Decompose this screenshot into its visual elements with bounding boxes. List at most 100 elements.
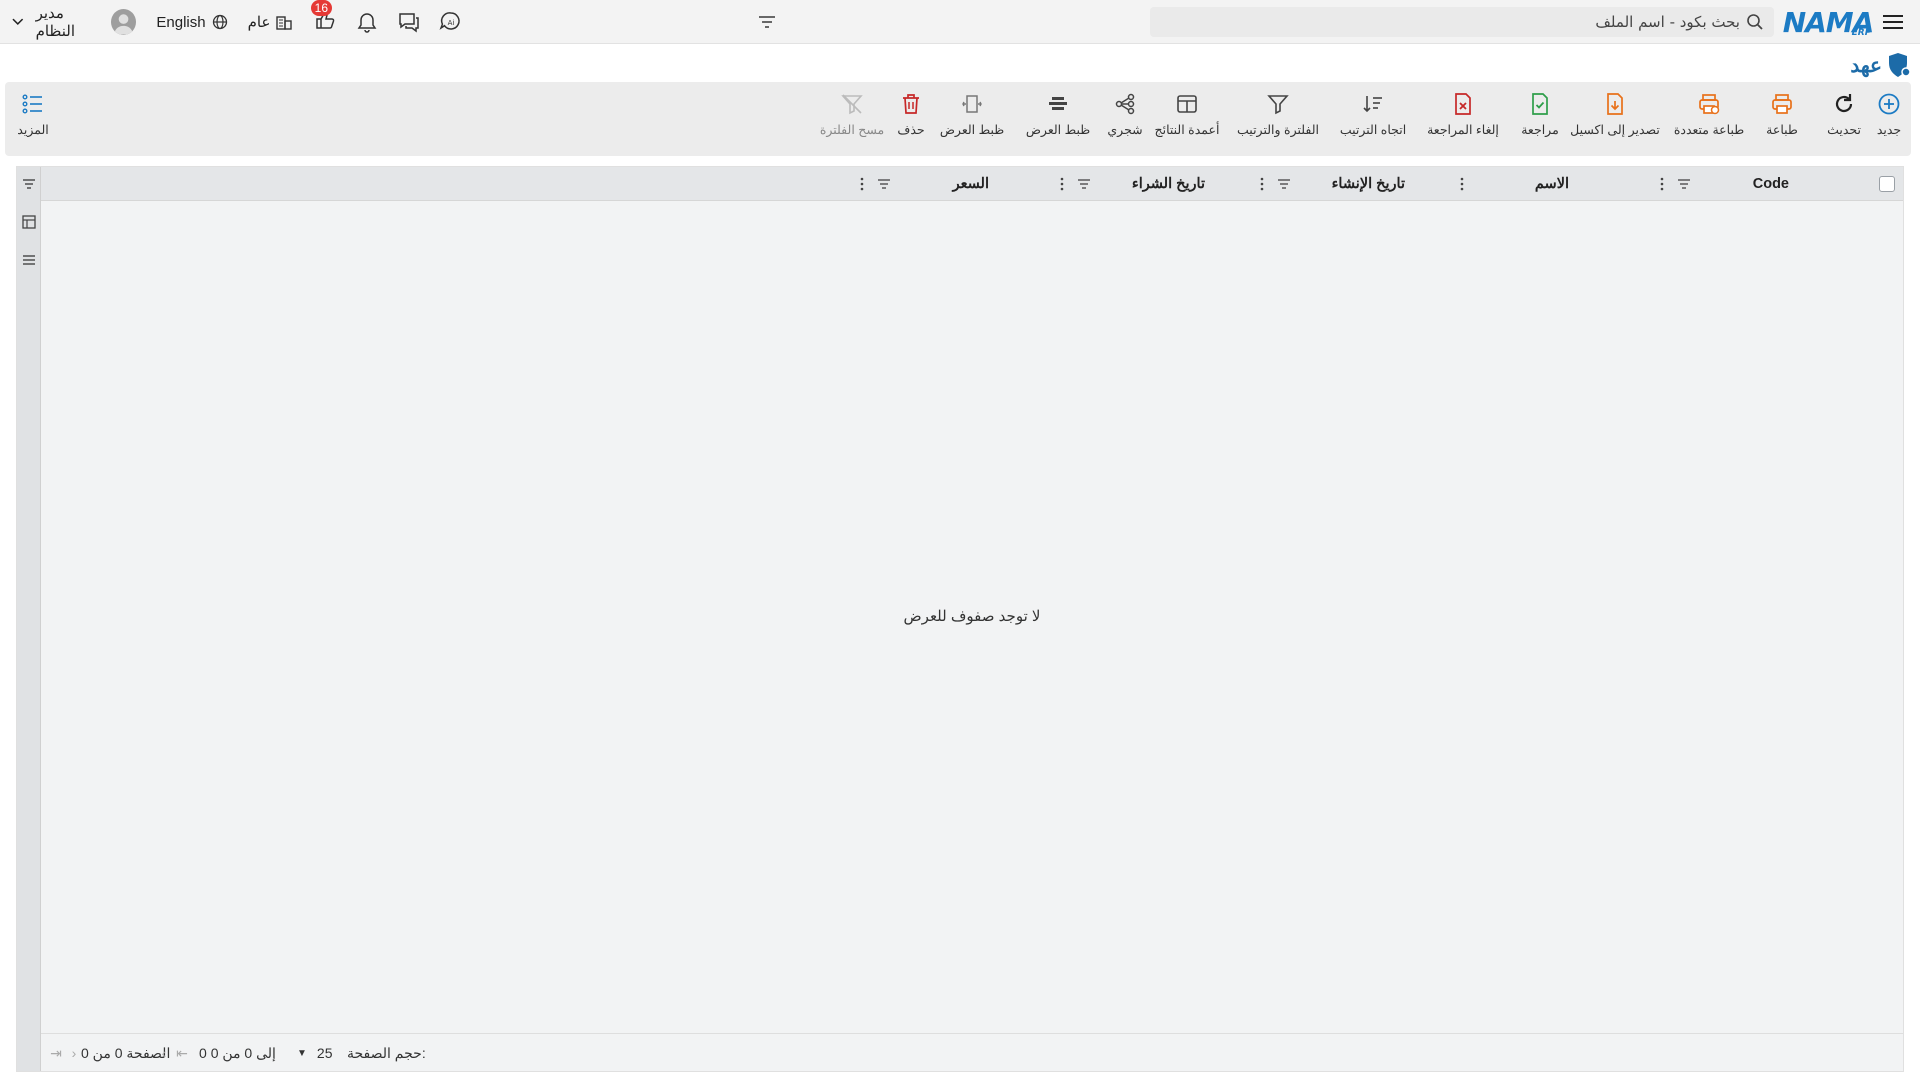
approvals-icon[interactable]: 16: [309, 0, 341, 44]
action-toolbar: جديد تحديث طباعة طباعة متعددة تصدير إلى …: [5, 82, 1911, 156]
tree-button[interactable]: شجري: [1105, 92, 1145, 148]
plus-circle-icon: [1878, 93, 1900, 115]
columns-icon: [1177, 95, 1197, 113]
more-vertical-icon[interactable]: [853, 175, 871, 193]
funnel-icon: [1267, 95, 1289, 115]
cancel-review-label: إلغاء المراجعة: [1427, 123, 1499, 137]
filter-panel-icon[interactable]: [20, 175, 38, 193]
sort-icon: [1363, 96, 1382, 113]
filter-icon[interactable]: [1075, 175, 1093, 193]
column-filter-created-date[interactable]: [1275, 167, 1293, 201]
result-columns-button[interactable]: أعمدة النتائج: [1149, 92, 1225, 148]
printer-icon: [1772, 94, 1792, 114]
more-vertical-icon[interactable]: [1253, 175, 1271, 193]
refresh-button[interactable]: تحديث: [1819, 92, 1869, 148]
column-filter-price[interactable]: [875, 167, 893, 201]
result-columns-label: أعمدة النتائج: [1154, 123, 1220, 137]
page-size-select[interactable]: ▼ 25: [297, 1034, 332, 1072]
auto-fit-icon: [962, 95, 982, 113]
fit-width-button-1[interactable]: ظبط العرض: [1025, 92, 1091, 148]
export-excel-label: تصدير إلى اكسيل: [1570, 123, 1660, 137]
column-header-created-date[interactable]: تاريخ الإنشاء: [1332, 167, 1405, 201]
building-icon: [276, 16, 293, 30]
search-icon[interactable]: [1746, 13, 1764, 31]
more-vertical-icon[interactable]: [1453, 175, 1471, 193]
column-title-name: الاسم: [1534, 176, 1569, 192]
column-menu-name[interactable]: [1453, 167, 1471, 201]
column-header-price[interactable]: السعر: [953, 167, 989, 201]
search-filter-icon[interactable]: [752, 0, 782, 44]
multi-print-button[interactable]: طباعة متعددة: [1671, 92, 1747, 148]
search-input[interactable]: [1160, 13, 1740, 31]
column-menu-purchase-date[interactable]: [1053, 167, 1071, 201]
clear-filter-label: مسح الفلترة: [819, 123, 885, 137]
sort-direction-button[interactable]: اتجاه الترتيب: [1335, 92, 1411, 148]
column-header-name[interactable]: الاسم: [1535, 167, 1569, 201]
avatar: [110, 9, 136, 35]
filter-icon[interactable]: [1275, 175, 1293, 193]
chevron-down-icon[interactable]: [12, 18, 24, 26]
cancel-review-button[interactable]: إلغاء المراجعة: [1425, 92, 1501, 148]
refresh-label: تحديث: [1827, 123, 1861, 137]
first-page-icon[interactable]: ⇤: [175, 1034, 189, 1072]
column-menu-created-date[interactable]: [1253, 167, 1271, 201]
filter-icon[interactable]: [875, 175, 893, 193]
logo-subtext: ERP: [1851, 27, 1872, 38]
bell-icon[interactable]: [351, 0, 383, 44]
last-page-icon[interactable]: ⇥: [49, 1034, 63, 1072]
page-title: عهد: [1850, 54, 1882, 77]
print-button[interactable]: طباعة: [1757, 92, 1807, 148]
row-range: 0 إلى 0 من 0: [199, 1044, 276, 1061]
page-header: عهد: [1850, 50, 1912, 80]
user-menu[interactable]: مدير النظام: [12, 0, 136, 44]
filter-sort-button[interactable]: الفلترة والترتيب: [1235, 92, 1321, 148]
grid-footer: ⇥ › الصفحة 0 من 0 ‹ ⇤ 0 إلى 0 من 0 ▼ 25 …: [41, 1033, 1903, 1071]
scope-selector[interactable]: عام: [246, 0, 296, 44]
shield-icon: [1889, 53, 1911, 77]
filter-icon[interactable]: [1675, 175, 1693, 193]
column-filter-purchase-date[interactable]: [1075, 167, 1093, 201]
column-title-price: السعر: [952, 176, 989, 192]
more-button[interactable]: المزيد: [11, 92, 55, 148]
clear-filter-button[interactable]: مسح الفلترة: [819, 92, 885, 148]
column-title-code: Code: [1752, 176, 1789, 192]
new-label: جديد: [1876, 123, 1902, 137]
new-button[interactable]: جديد: [1871, 92, 1907, 148]
multi-print-label: طباعة متعددة: [1673, 123, 1745, 137]
delete-button[interactable]: حذف: [893, 92, 929, 148]
ai-assistant-icon[interactable]: Ai: [435, 0, 467, 44]
export-excel-button[interactable]: تصدير إلى اكسيل: [1569, 92, 1661, 148]
columns-panel-icon[interactable]: [20, 251, 38, 269]
language-label: English: [156, 13, 206, 31]
column-menu-price[interactable]: [853, 167, 871, 201]
global-search: [1150, 7, 1774, 37]
column-header-purchase-date[interactable]: تاريخ الشراء: [1132, 167, 1205, 201]
refresh-icon: [1835, 94, 1853, 113]
table-view-icon[interactable]: [20, 213, 38, 231]
tree-icon: [1115, 93, 1135, 115]
select-all-checkbox[interactable]: [1879, 176, 1895, 192]
review-button[interactable]: مراجعة: [1515, 92, 1565, 148]
language-switch[interactable]: English: [156, 0, 228, 44]
list-icon: [22, 94, 42, 114]
fit-width-icon: [1049, 97, 1067, 110]
more-vertical-icon[interactable]: [1053, 175, 1071, 193]
multi-printer-icon: [1699, 94, 1720, 115]
grid-header: Code الاسم تاريخ الإنشاء تاريخ الشراء ال…: [41, 167, 1903, 201]
fit-width-button-2[interactable]: ظبط العرض: [939, 92, 1005, 148]
column-header-code[interactable]: Code: [1753, 167, 1789, 201]
print-label: طباعة: [1766, 123, 1798, 137]
caret-down-icon: ▼: [297, 1047, 307, 1059]
more-vertical-icon[interactable]: [1653, 175, 1671, 193]
menu-icon[interactable]: [1878, 0, 1908, 44]
app-logo[interactable]: NAMA ERP: [1783, 0, 1875, 44]
filter-sort-label: الفلترة والترتيب: [1237, 123, 1319, 137]
column-title-created-date: تاريخ الإنشاء: [1331, 176, 1405, 192]
column-filter-code[interactable]: [1675, 167, 1693, 201]
chat-icon[interactable]: [393, 0, 425, 44]
column-menu-code[interactable]: [1653, 167, 1671, 201]
page-size-value: 25: [316, 1045, 333, 1061]
user-name: مدير النظام: [35, 5, 75, 40]
next-page-icon[interactable]: ›: [67, 1034, 81, 1072]
previous-page-icon[interactable]: ‹: [157, 1034, 171, 1072]
